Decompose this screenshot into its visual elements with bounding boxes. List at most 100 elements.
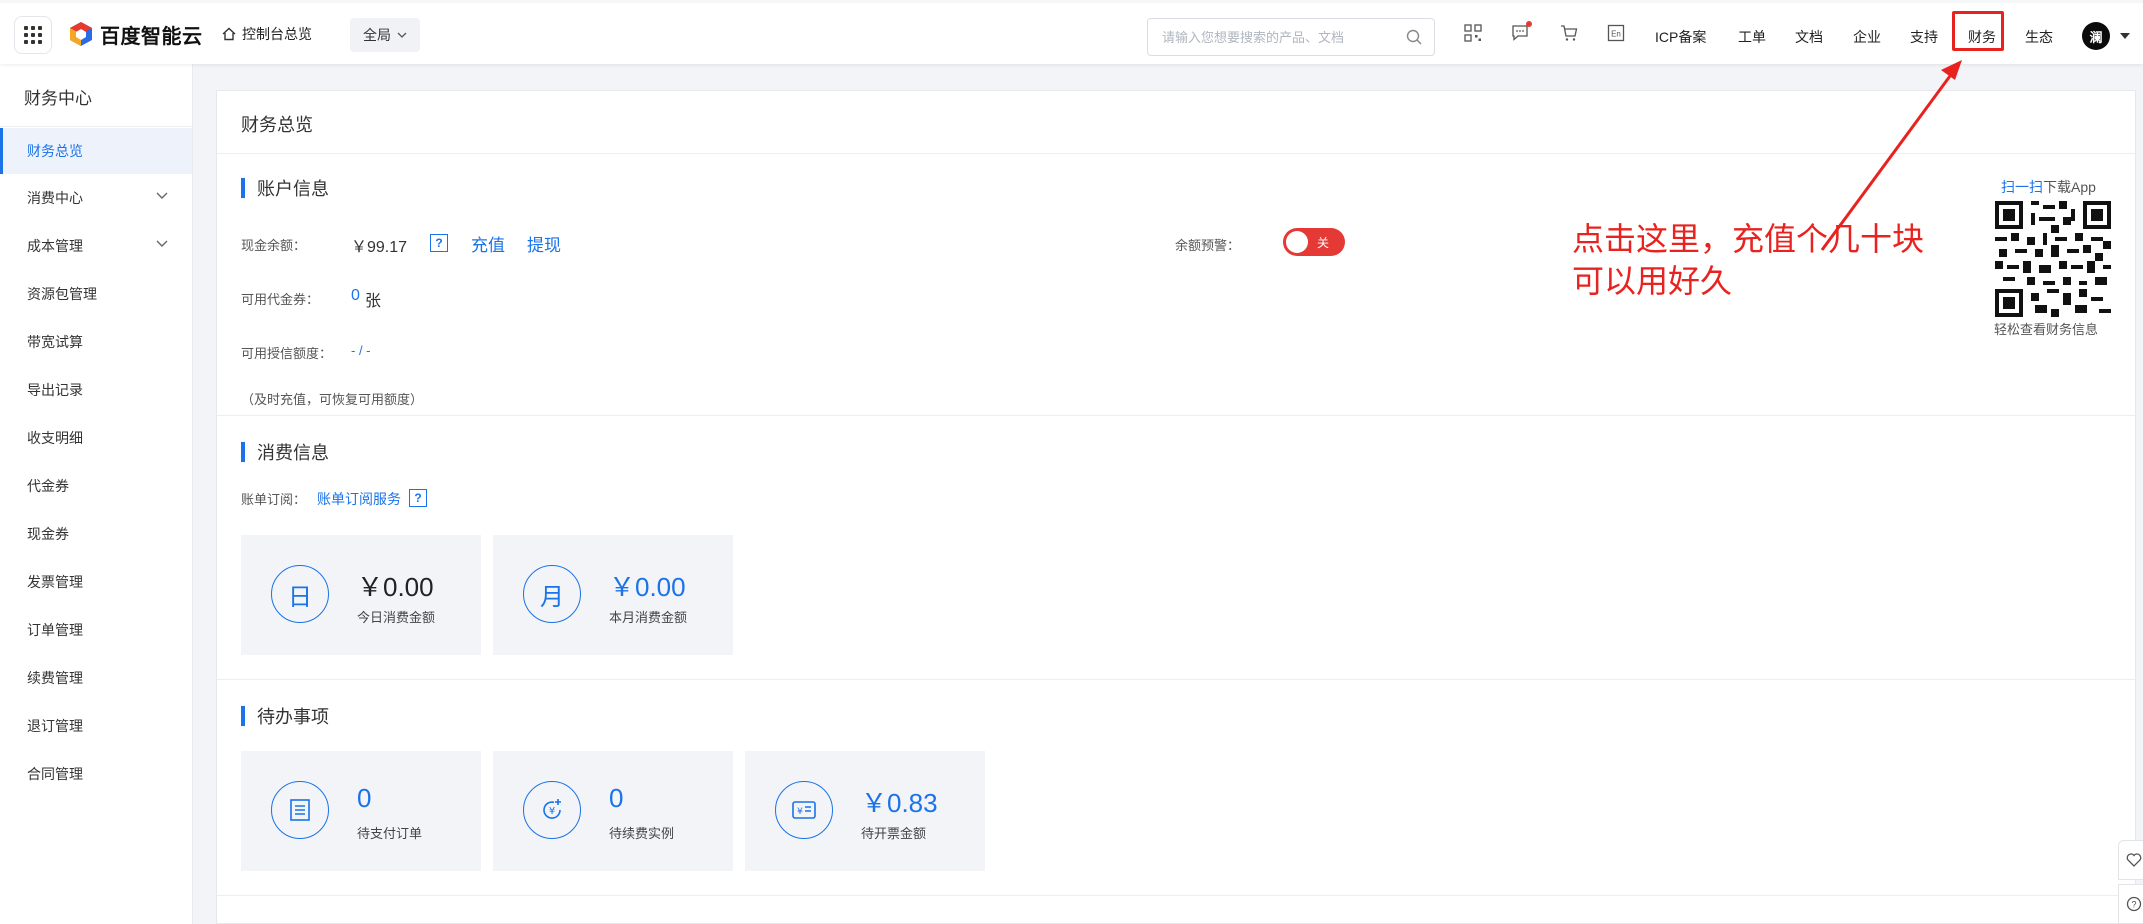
message-icon [1512,25,1528,41]
console-link-label: 控制台总览 [242,26,312,42]
today-consumption-card: 日 ￥0.00 今日消费金额 [241,535,481,655]
balance-alert-toggle[interactable]: 关 [1283,228,1345,256]
search-icon[interactable] [1406,29,1422,45]
sidebar-divider [0,126,192,127]
uninvoiced-amount-label: 待开票金额 [861,826,927,841]
annotation-line-2: 可以用好久 [1572,263,1733,299]
chevron-down-icon [156,240,168,247]
pending-renewal-card[interactable]: ¥ 0 待续费实例 [493,751,733,871]
search-input[interactable] [1160,19,1394,55]
sidebar-item-label: 订单管理 [27,622,83,638]
order-list-icon [271,781,329,839]
section-title: 待办事项 [257,707,329,727]
sidebar-item-overview[interactable]: 财务总览 [0,128,192,174]
top-navigation-bar: 百度智能云 控制台总览 全局 请输入您想要搜索的产品、文档 En ICP备案 工… [0,0,2143,64]
uninvoiced-amount: ￥0.83 [861,788,938,818]
order-list-glyph [290,799,310,821]
section-accent-bar [241,442,245,462]
nav-icp[interactable]: ICP备案 [1655,27,1706,47]
sidebar-item-label: 合同管理 [27,766,83,782]
sidebar-item-export[interactable]: 导出记录 [0,367,192,413]
sidebar-title: 财务中心 [24,89,92,108]
sidebar-item-label: 带宽试算 [27,334,83,350]
uninvoiced-amount-card[interactable]: ¥ ￥0.83 待开票金额 [745,751,985,871]
sidebar-item-contracts[interactable]: 合同管理 [0,751,192,797]
renewal-icon: ¥ [523,781,581,839]
nav-ticket[interactable]: 工单 [1738,27,1766,47]
sidebar-item-consumption[interactable]: 消费中心 [0,175,192,221]
app-grid-button[interactable] [14,16,52,54]
balance-alert-label: 余额预警： [1175,238,1241,253]
sidebar-item-label: 代金券 [27,478,69,494]
sidebar-item-label: 成本管理 [27,238,83,254]
divider [217,679,2135,680]
sidebar-item-vouchers[interactable]: 代金券 [0,463,192,509]
nav-docs[interactable]: 文档 [1795,27,1823,47]
language-icon[interactable]: En [1607,24,1625,42]
month-icon: 月 [523,565,581,623]
caret-down-icon[interactable] [2120,33,2130,39]
region-scope-dropdown[interactable]: 全局 [350,18,420,52]
help-float-button[interactable]: ? [2118,884,2143,924]
sidebar-item-transactions[interactable]: 收支明细 [0,415,192,461]
sidebar-item-cost[interactable]: 成本管理 [0,223,192,269]
sidebar-item-label: 续费管理 [27,670,83,686]
question-icon: ? [2126,896,2141,912]
top-edge-line [0,0,2143,3]
sidebar-item-bandwidth[interactable]: 带宽试算 [0,319,192,365]
favorite-float-button[interactable] [2118,840,2143,880]
sidebar-item-label: 消费中心 [27,190,83,206]
pending-renewal-count: 0 [609,783,624,813]
help-icon[interactable]: ? [409,489,427,507]
nav-support[interactable]: 支持 [1910,27,1938,47]
account-info-heading: 账户信息 [241,175,329,201]
qrcode-icon[interactable] [1464,24,1482,42]
voucher-count[interactable]: 0 [351,287,360,305]
todo-heading: 待办事项 [241,703,329,729]
day-icon: 日 [271,565,329,623]
finance-sidebar: 财务中心 财务总览 消费中心 成本管理 资源包管理 带宽试算 导出记录 收支明细… [0,64,193,924]
user-avatar[interactable]: 澜 [2082,22,2110,50]
svg-text:?: ? [2131,900,2136,910]
section-accent-bar [241,706,245,726]
annotation-line-1: 点击这里，充值个几十块 [1572,221,1925,257]
toggle-state-text: 关 [1317,236,1330,250]
nav-ecosystem[interactable]: 生态 [2025,27,2053,47]
brand-logo[interactable]: 百度智能云 [68,20,203,48]
day-icon-glyph: 日 [288,583,312,611]
sidebar-item-label: 资源包管理 [27,286,97,302]
svg-text:¥: ¥ [797,807,803,817]
sidebar-item-label: 收支明细 [27,430,83,446]
section-title: 账户信息 [257,179,329,199]
logo-text: 百度智能云 [100,25,203,48]
bill-subscribe-link[interactable]: 账单订阅服务 [317,489,401,509]
recharge-link[interactable]: 充值 [471,231,505,256]
qr-download-label: 扫一扫下载App [2001,177,2096,197]
sidebar-item-resource-pack[interactable]: 资源包管理 [0,271,192,317]
message-button[interactable] [1511,21,1532,42]
sidebar-item-orders[interactable]: 订单管理 [0,607,192,653]
finance-highlight-box [1952,11,2004,51]
sidebar-item-label: 现金券 [27,526,69,542]
month-consumption-card[interactable]: 月 ￥0.00 本月消费金额 [493,535,733,655]
unpaid-orders-count: 0 [357,783,372,813]
console-overview-link[interactable]: 控制台总览 [222,24,312,44]
pending-renewal-label: 待续费实例 [609,826,675,841]
consumption-info-heading: 消费信息 [241,439,329,465]
sidebar-item-unsubscribe[interactable]: 退订管理 [0,703,192,749]
credit-limit-label: 可用授信额度： [241,346,333,361]
unpaid-orders-card[interactable]: 0 待支付订单 [241,751,481,871]
scan-text: 扫一扫 [2001,179,2043,195]
sidebar-item-cash-coupons[interactable]: 现金券 [0,511,192,557]
invoice-icon: ¥ [775,781,833,839]
cart-icon[interactable] [1560,24,1578,42]
home-icon [222,27,236,41]
global-search[interactable] [1147,18,1435,56]
help-icon[interactable]: ? [430,234,448,252]
nav-enterprise[interactable]: 企业 [1853,27,1881,47]
finance-overview-panel: 财务总览 账户信息 现金余额： ￥99.17 ? 充值 提现 余额预警： 关 可… [216,90,2136,924]
sidebar-item-renewals[interactable]: 续费管理 [0,655,192,701]
sidebar-item-invoices[interactable]: 发票管理 [0,559,192,605]
app-qrcode-image [1995,201,2111,317]
withdraw-link[interactable]: 提现 [527,231,561,256]
